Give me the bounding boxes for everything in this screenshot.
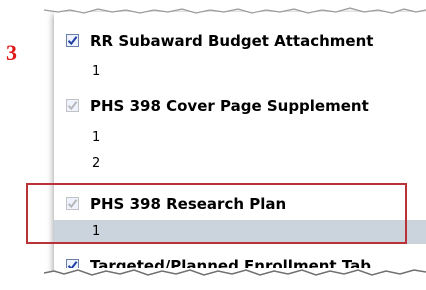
form-title: PHS 398 Cover Page Supplement <box>90 97 369 115</box>
attachment-number: 2 <box>92 156 101 171</box>
torn-edge-top <box>44 0 426 14</box>
checkmark-icon <box>67 36 78 46</box>
attachment-number: 1 <box>92 130 101 145</box>
form-checkbox <box>66 99 79 112</box>
attachment-row[interactable]: 1 <box>54 58 426 88</box>
torn-edge-bottom <box>44 269 426 290</box>
step-number: 3 <box>6 40 17 65</box>
form-row-rr-subaward-budget-attachment[interactable]: RR Subaward Budget Attachment <box>54 27 426 57</box>
form-row-phs-398-cover-page-supplement[interactable]: PHS 398 Cover Page Supplement <box>54 92 426 122</box>
attachment-number: 1 <box>92 64 101 79</box>
highlight-box <box>26 183 407 244</box>
checkmark-icon <box>67 101 78 111</box>
form-title: RR Subaward Budget Attachment <box>90 32 374 50</box>
attachment-row[interactable]: 2 <box>54 150 426 180</box>
form-checkbox[interactable] <box>66 34 79 47</box>
